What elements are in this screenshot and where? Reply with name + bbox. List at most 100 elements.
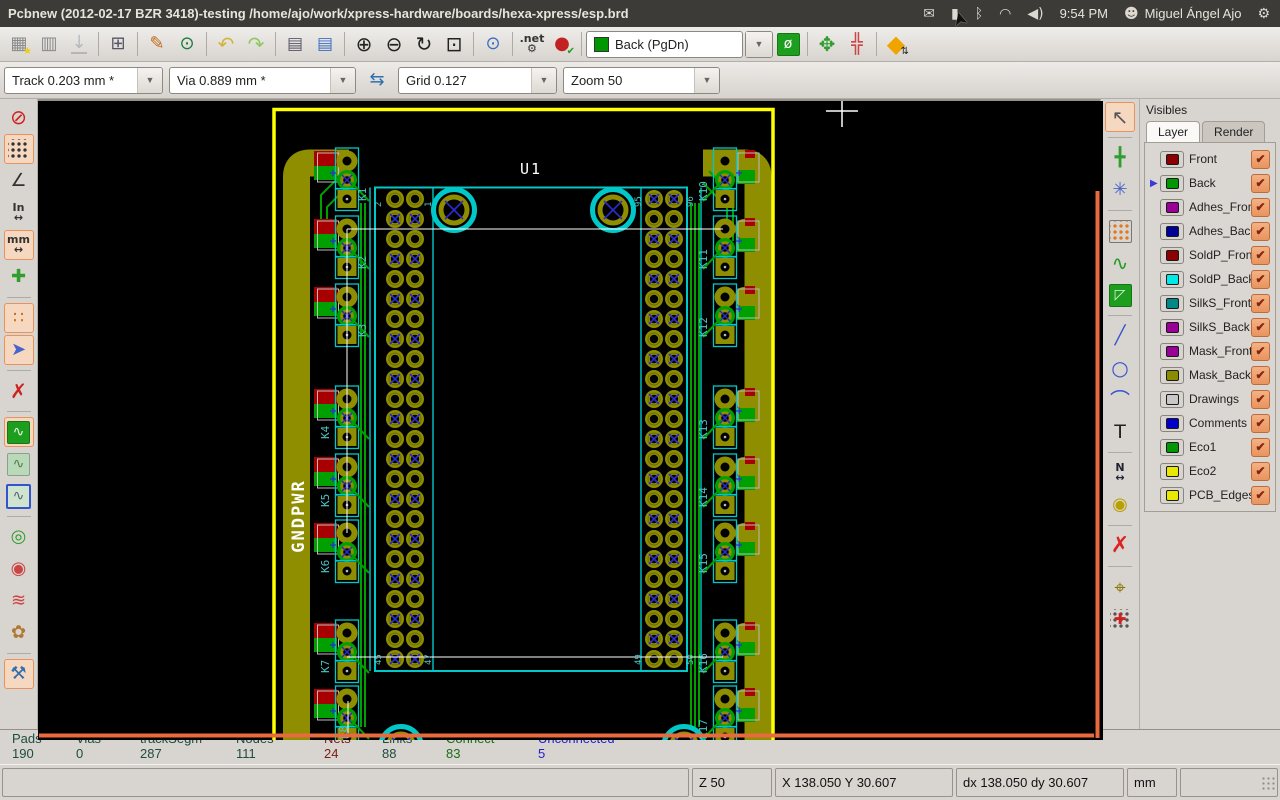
wifi-icon[interactable]: ◠: [999, 6, 1011, 22]
layer-visibility-checkbox[interactable]: ✔: [1251, 317, 1270, 337]
layer-color-swatch[interactable]: [1160, 294, 1184, 312]
track-display-mode-button[interactable]: ø: [773, 29, 803, 59]
layer-color-swatch[interactable]: [1160, 270, 1184, 288]
zones-filled-button[interactable]: ∿: [3, 417, 34, 447]
highlight-net-button[interactable]: ╋: [1105, 143, 1135, 173]
layer-visibility-checkbox[interactable]: ✔: [1251, 245, 1270, 265]
local-ratsnest-button[interactable]: ✳: [1105, 175, 1135, 205]
user-icon[interactable]: ☻: [1124, 6, 1139, 22]
add-text-button[interactable]: T: [1105, 417, 1135, 447]
layer-visibility-checkbox[interactable]: ✔: [1251, 389, 1270, 409]
ratsnest-show-button[interactable]: ∷: [3, 303, 34, 333]
module-ratsnest-button[interactable]: ➤: [3, 335, 34, 365]
add-module-button[interactable]: [1105, 216, 1135, 246]
layer-visibility-checkbox[interactable]: ✔: [1251, 149, 1270, 169]
layer-row-back[interactable]: ▶ Back ✔: [1147, 171, 1273, 195]
layer-visibility-checkbox[interactable]: ✔: [1251, 413, 1270, 433]
bluetooth-icon[interactable]: ᛒ: [975, 6, 983, 22]
layer-visibility-checkbox[interactable]: ✔: [1251, 197, 1270, 217]
refresh-button[interactable]: ↻: [409, 29, 439, 59]
vias-sketch-button[interactable]: ◉: [4, 554, 34, 584]
select-tool-button[interactable]: ↖: [1105, 102, 1135, 132]
clock[interactable]: 9:54 PM: [1060, 6, 1108, 21]
layer-row-soldp_back[interactable]: SoldP_Back ✔: [1147, 267, 1273, 291]
units-inch-button[interactable]: In ↔: [4, 198, 34, 228]
add-circle-button[interactable]: ○: [1105, 353, 1135, 383]
delete-items-button[interactable]: ✗: [1105, 531, 1135, 561]
layer-color-swatch[interactable]: [1160, 414, 1184, 432]
cursor-shape-button[interactable]: ✚: [4, 262, 34, 292]
layer-visibility-checkbox[interactable]: ✔: [1251, 221, 1270, 241]
layer-color-swatch[interactable]: [1160, 174, 1184, 192]
layer-select-arrow[interactable]: ▼: [745, 30, 773, 58]
layer-color-swatch[interactable]: [1160, 246, 1184, 264]
layer-visibility-checkbox[interactable]: ✔: [1251, 269, 1270, 289]
layer-row-mask_back[interactable]: Mask_Back ✔: [1147, 363, 1273, 387]
layer-row-front[interactable]: Front ✔: [1147, 147, 1273, 171]
volume-icon[interactable]: ◀): [1027, 6, 1043, 22]
via-size-select[interactable]: Via 0.889 mm * ▼: [169, 66, 356, 94]
layer-visibility-checkbox[interactable]: ✔: [1251, 437, 1270, 457]
offset-origin-button[interactable]: ⌖: [1105, 572, 1135, 602]
layer-visibility-checkbox[interactable]: ✔: [1251, 461, 1270, 481]
pcb-canvas[interactable]: K1K2K3K4K5K6K7K8K10K11K12K13K14K15K16K17…: [38, 101, 1103, 740]
resize-grip-icon[interactable]: [1261, 775, 1275, 790]
auto-track-width-button[interactable]: ⇆: [362, 65, 392, 95]
layer-visibility-checkbox[interactable]: ✔: [1251, 341, 1270, 361]
add-zone-button[interactable]: ◸: [1105, 280, 1135, 310]
netlist-button[interactable]: .net ⚙: [517, 29, 547, 59]
session-gear-icon[interactable]: ⚙: [1257, 6, 1270, 22]
track-width-select[interactable]: Track 0.203 mm * ▼: [4, 66, 163, 94]
tab-render[interactable]: Render: [1202, 121, 1266, 142]
drc-button[interactable]: ● ✔: [547, 29, 577, 59]
redo-button[interactable]: ↷: [241, 29, 271, 59]
zoom-in-button[interactable]: ⊕: [349, 29, 379, 59]
tab-layer[interactable]: Layer: [1146, 121, 1201, 142]
zoom-select[interactable]: Zoom 50 ▼: [563, 66, 720, 94]
layer-color-swatch[interactable]: [1160, 318, 1184, 336]
layer-color-swatch[interactable]: [1160, 486, 1184, 504]
zones-sketch-button[interactable]: ∿: [4, 449, 34, 479]
module-mode-button[interactable]: ✥: [812, 29, 842, 59]
module-editor-button[interactable]: ✎: [142, 29, 172, 59]
layers-manager-button[interactable]: ⚒: [3, 659, 34, 689]
layer-row-silks_front[interactable]: SilkS_Front ✔: [1147, 291, 1273, 315]
layer-visibility-checkbox[interactable]: ✔: [1251, 365, 1270, 385]
tracks-sketch-button[interactable]: ≋: [4, 586, 34, 616]
polar-coords-button[interactable]: ∠: [4, 166, 34, 196]
plot-button[interactable]: ▤: [310, 29, 340, 59]
add-line-button[interactable]: ╱: [1105, 321, 1135, 351]
layer-row-pcb_edges[interactable]: PCB_Edges ✔: [1147, 483, 1273, 507]
layer-color-swatch[interactable]: [1160, 390, 1184, 408]
grid-select[interactable]: Grid 0.127 ▼: [398, 66, 557, 94]
layer-color-swatch[interactable]: [1160, 150, 1184, 168]
layer-row-drawings[interactable]: Drawings ✔: [1147, 387, 1273, 411]
layer-row-adhes_back[interactable]: Adhes_Back ✔: [1147, 219, 1273, 243]
zones-outline-button[interactable]: ∿: [4, 481, 34, 511]
layer-row-eco1[interactable]: Eco1 ✔: [1147, 435, 1273, 459]
drc-off-button[interactable]: ⊘: [4, 102, 34, 132]
layer-color-swatch[interactable]: [1160, 222, 1184, 240]
open-board-button[interactable]: ▥: [34, 29, 64, 59]
add-dimension-button[interactable]: N ↔: [1105, 458, 1135, 488]
layer-color-swatch[interactable]: [1160, 462, 1184, 480]
layer-visibility-checkbox[interactable]: ✔: [1251, 485, 1270, 505]
undo-button[interactable]: ↶: [211, 29, 241, 59]
zoom-out-button[interactable]: ⊖: [379, 29, 409, 59]
grid-origin-button[interactable]: ✚: [1105, 604, 1135, 634]
print-button[interactable]: ▤: [280, 29, 310, 59]
track-autoroute-mode-button[interactable]: ╬: [842, 29, 872, 59]
add-arc-button[interactable]: ⌒: [1105, 385, 1135, 415]
module-viewer-button[interactable]: ⊙: [172, 29, 202, 59]
layer-color-swatch[interactable]: [1160, 342, 1184, 360]
freeroute-button[interactable]: ◆ ⇅: [881, 29, 911, 59]
grid-visibility-button[interactable]: [3, 134, 34, 164]
auto-delete-track-button[interactable]: ✗: [4, 376, 34, 406]
layer-select[interactable]: Back (PgDn): [586, 30, 743, 58]
layer-visibility-checkbox[interactable]: ✔: [1251, 293, 1270, 313]
layer-color-swatch[interactable]: [1160, 438, 1184, 456]
layer-color-swatch[interactable]: [1160, 366, 1184, 384]
add-track-button[interactable]: ∿: [1105, 248, 1135, 278]
layer-row-comments[interactable]: Comments ✔: [1147, 411, 1273, 435]
layer-visibility-checkbox[interactable]: ✔: [1251, 173, 1270, 193]
